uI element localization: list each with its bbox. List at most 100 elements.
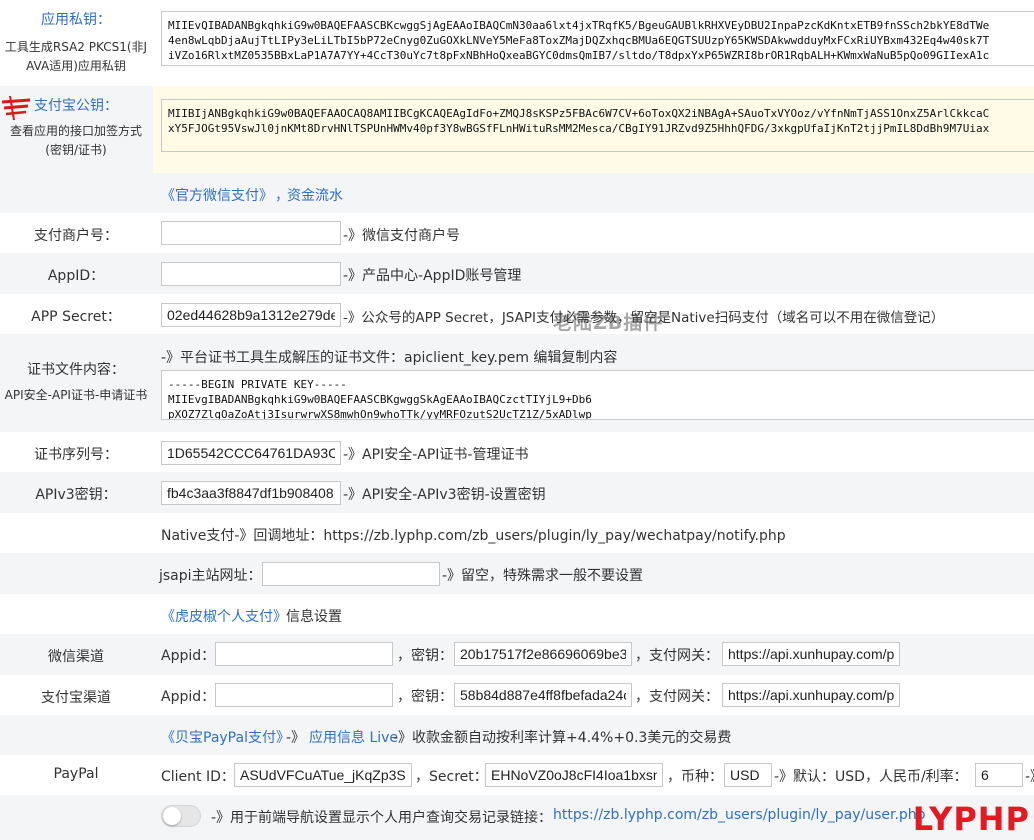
apiv3-key-label: APIv3密钥： (35, 487, 117, 503)
wechat-channel-row: 微信渠道 Appid： ，密钥： ，支付网关： (0, 634, 1034, 675)
app-private-key-textarea[interactable]: MIIEvQIBADANBgkqhkiG9w0BAQEFAASCBKcwggSj… (161, 11, 1034, 66)
wechat-appid-input[interactable] (215, 642, 393, 666)
merchant-id-content: -》微信支付商户号 (153, 213, 1034, 253)
alipay-key-label: ，密钥： (397, 689, 453, 705)
jsapi-site-row: jsapi主站网址： -》留空，特殊需求一般不要设置 (0, 553, 1034, 594)
cert-content-label: 证书文件内容： (27, 362, 125, 378)
native-notify-content: Native支付-》回调地址：https://zb.lyphp.com/zb_u… (153, 513, 1034, 553)
paypal-secret-label: ，Secret： (415, 769, 488, 785)
appid-input[interactable] (161, 262, 341, 286)
wechat-section-content: 《官方微信支付》 ， 资金流水 (0, 173, 1034, 213)
wechat-key-input[interactable] (454, 642, 632, 666)
cert-serial-hint: -》API安全-API证书-管理证书 (343, 447, 529, 463)
app-private-key-desc-2: AVA适用)应用私钥 (26, 59, 126, 73)
alipay-public-key-desc-2: (密钥/证书) (45, 143, 107, 157)
alipay-public-key-desc-1: 查看应用的接口加签方式 (9, 124, 142, 138)
merchant-id-input[interactable] (161, 221, 341, 245)
alipay-channel-content: Appid： ，密钥： ，支付网关： (153, 675, 1034, 715)
jsapi-site-input[interactable] (262, 562, 440, 586)
app-secret-row: APP Secret： -》公众号的APP Secret，JSAPI支付必需参数… (0, 294, 1034, 334)
user-query-toggle[interactable] (161, 805, 201, 827)
wechat-key-label: ，密钥： (397, 648, 453, 664)
app-private-key-row: 应用私钥： 工具生成RSA2 PKCS1(非J AVA适用)应用私钥 MIIEv… (0, 0, 1034, 86)
wechat-gateway-label: ，支付网关： (635, 648, 719, 664)
jsapi-site-content: jsapi主站网址： -》留空，特殊需求一般不要设置 (153, 553, 1034, 594)
apiv3-key-content: -》API安全-APIv3密钥-设置密钥 (153, 472, 1034, 513)
paypal-section-text: -》收款金额自动按利率计算+4.4%+0.3美元的交易费 (393, 730, 732, 746)
xunhu-pay-link[interactable]: 《虎皮椒个人支付》 (161, 606, 287, 626)
paypal-rate-input[interactable] (975, 763, 1023, 787)
alipay-public-key-row: 支付宝公钥： 查看应用的接口加签方式 (密钥/证书) MIIBIjANBgkqh… (0, 86, 1034, 173)
paypal-tail: -》 (1025, 769, 1034, 785)
jsapi-site-label: jsapi主站网址： (159, 568, 262, 584)
alipay-gateway-input[interactable] (722, 683, 900, 707)
paypal-link[interactable]: 《贝宝PayPal支付》 (161, 727, 290, 747)
paypal-secret-input[interactable] (485, 763, 663, 787)
alipay-gateway-label: ，支付网关： (635, 689, 719, 705)
xunhu-section-row: 《虎皮椒个人支付》 信息设置 (0, 594, 1034, 634)
merchant-id-row: 支付商户号： -》微信支付商户号 (0, 213, 1034, 253)
paypal-client-id-label: Client ID： (161, 769, 235, 785)
paypal-currency-label: ，币种： (667, 769, 723, 785)
cert-serial-label: 证书序列号： (34, 447, 118, 463)
lyphp-logo: LYPHP (912, 800, 1030, 838)
xunhu-section-content: 《虎皮椒个人支付》 信息设置 (153, 594, 1034, 634)
paypal-label: PayPal (53, 766, 99, 782)
wechat-pay-link[interactable]: 《官方微信支付》 (161, 185, 273, 205)
cert-serial-content: -》API安全-API证书-管理证书 (153, 432, 1034, 472)
wechat-section-row: 《官方微信支付》 ， 资金流水 (0, 173, 1034, 213)
jsapi-site-hint: -》留空，特殊需求一般不要设置 (442, 568, 644, 584)
alipay-public-key-textarea[interactable]: MIIBIjANBgkqhkiG9w0BAQEFAAOCAQ8AMIIBCgKC… (161, 99, 1034, 152)
cert-content-row: 证书文件内容： API安全-API证书-申请证书 -》平台证书工具生成解压的证书… (0, 334, 1034, 432)
cert-serial-row: 证书序列号： -》API安全-API证书-管理证书 (0, 432, 1034, 472)
app-private-key-label-block: 应用私钥： 工具生成RSA2 PKCS1(非J AVA适用)应用私钥 (0, 10, 152, 76)
user-query-content: -》用于前端导航设置显示个人用户查询交易记录链接： https://zb.lyp… (153, 795, 1034, 840)
cert-serial-input[interactable] (161, 441, 341, 465)
wechat-appid-label: Appid： (161, 648, 216, 664)
appid-row: AppID： -》产品中心-AppID账号管理 (0, 253, 1034, 294)
cert-content-hint: -》平台证书工具生成解压的证书文件：apiclient_key.pem 编辑复制… (161, 350, 618, 366)
alipay-public-key-content: MIIBIjANBgkqhkiG9w0BAQEFAAOCAQ8AMIIBCgKC… (153, 86, 1034, 173)
cert-content-textarea[interactable]: -----BEGIN PRIVATE KEY----- MIIEvgIBADAN… (161, 370, 1034, 420)
cert-content-content: -》平台证书工具生成解压的证书文件：apiclient_key.pem 编辑复制… (153, 334, 1034, 432)
alipay-appid-input[interactable] (215, 683, 393, 707)
alipay-channel-row: 支付宝渠道 Appid： ，密钥： ，支付网关： (0, 675, 1034, 715)
app-secret-label: APP Secret： (31, 309, 121, 325)
red-pen-mark-icon (1, 95, 31, 121)
wechat-gateway-input[interactable] (722, 642, 900, 666)
paypal-section-sep: -》 (286, 730, 306, 746)
xunhu-section-text: 信息设置 (286, 609, 342, 625)
user-query-link[interactable]: https://zb.lyphp.com/zb_users/plugin/ly_… (553, 807, 926, 823)
merchant-id-label: 支付商户号： (34, 228, 118, 244)
alipay-key-input[interactable] (454, 683, 632, 707)
user-query-text: -》用于前端导航设置显示个人用户查询交易记录链接： (211, 810, 553, 826)
native-notify-row: Native支付-》回调地址：https://zb.lyphp.com/zb_u… (0, 513, 1034, 553)
apiv3-key-row: APIv3密钥： -》API安全-APIv3密钥-设置密钥 (0, 472, 1034, 513)
wechat-channel-label: 微信渠道 (48, 649, 104, 665)
app-private-key-content: MIIEvQIBADANBgkqhkiG9w0BAQEFAASCBKcwggSj… (153, 0, 1034, 86)
app-private-key-desc-1: 工具生成RSA2 PKCS1(非J (4, 40, 148, 54)
app-private-key-label: 应用私钥： (41, 12, 111, 28)
wechat-channel-content: Appid： ，密钥： ，支付网关： (153, 634, 1034, 675)
watermark: 老陆ZB插件 (553, 312, 664, 334)
alipay-channel-label: 支付宝渠道 (41, 690, 111, 706)
appid-hint: -》产品中心-AppID账号管理 (343, 268, 522, 284)
paypal-row: PayPal Client ID： ，Secret： ，币种： -》默认：USD… (0, 755, 1034, 795)
paypal-app-info-link[interactable]: 应用信息 Live (309, 727, 398, 747)
app-secret-input[interactable] (161, 303, 341, 327)
paypal-content: Client ID： ，Secret： ，币种： -》默认：USD，人民币/利率… (153, 755, 1034, 795)
appid-content: -》产品中心-AppID账号管理 (153, 253, 1034, 294)
appid-label: AppID： (47, 268, 105, 284)
cert-content-label-block: 证书文件内容： API安全-API证书-申请证书 (0, 360, 152, 405)
cert-content-sub: API安全-API证书-申请证书 (4, 388, 148, 402)
alipay-appid-label: Appid： (161, 689, 216, 705)
paypal-currency-input[interactable] (724, 763, 772, 787)
paypal-default-text: -》默认：USD，人民币/利率： (774, 769, 968, 785)
paypal-section-row: 《贝宝PayPal支付》 -》 应用信息 Live -》收款金额自动按利率计算+… (0, 715, 1034, 755)
merchant-id-hint: -》微信支付商户号 (343, 228, 461, 244)
apiv3-key-input[interactable] (161, 481, 341, 505)
user-query-row: -》用于前端导航设置显示个人用户查询交易记录链接： https://zb.lyp… (0, 795, 1034, 840)
fund-flow-link[interactable]: 资金流水 (287, 185, 343, 205)
paypal-client-id-input[interactable] (234, 763, 412, 787)
native-notify-text: Native支付-》回调地址：https://zb.lyphp.com/zb_u… (161, 528, 786, 544)
